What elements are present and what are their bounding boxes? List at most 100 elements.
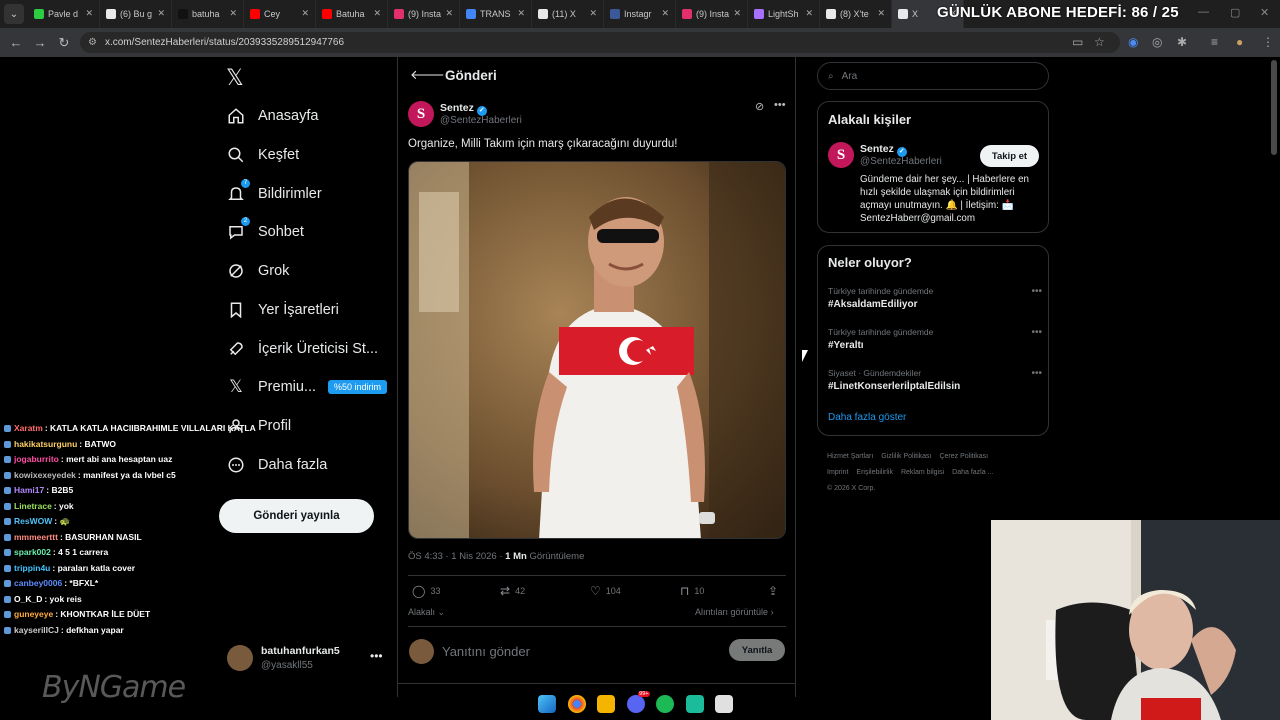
footer-link[interactable]: Çerez Politikası	[939, 453, 988, 460]
close-tab-icon[interactable]: ✕	[805, 8, 813, 19]
browser-tab[interactable]: Instagr ✕	[604, 0, 676, 28]
chrome-icon[interactable]	[567, 695, 586, 713]
person-avatar[interactable]: S	[828, 142, 854, 168]
grok-icon[interactable]: ⊘	[755, 100, 764, 113]
footer-link[interactable]: Imprint	[827, 469, 848, 476]
post-image[interactable]	[408, 161, 786, 539]
author-handle[interactable]: @SentezHaberleri	[440, 115, 522, 126]
reply-button[interactable]: ◯ 33	[412, 584, 440, 598]
media-icon[interactable]: ≡	[1211, 35, 1218, 49]
bookmark-button[interactable]: ⊓ 10	[680, 584, 704, 598]
reply-input[interactable]: Yanıtını gönder	[442, 644, 530, 659]
close-tab-icon[interactable]: ✕	[373, 8, 381, 19]
browser-tab[interactable]: (9) Insta ✕	[388, 0, 460, 28]
account-switcher[interactable]: batuhanfurkan5 @yasakll55 •••	[227, 643, 387, 673]
nav-item[interactable]: Keşfet	[226, 140, 299, 170]
puzzle-icon[interactable]: ✱	[1177, 35, 1187, 49]
more-icon[interactable]: •••	[370, 649, 383, 663]
nav-item[interactable]: 7 Bildirimler	[226, 179, 322, 209]
author-avatar[interactable]: S	[408, 101, 434, 127]
like-button[interactable]: ♡ 104	[590, 584, 621, 598]
start-icon[interactable]	[538, 695, 556, 713]
minimize-icon[interactable]: —	[1198, 6, 1209, 18]
star-icon[interactable]: ☆	[1094, 35, 1105, 49]
footer-link[interactable]: Gizlilik Politikası	[881, 453, 931, 460]
post-button[interactable]: Gönderi yayınla	[219, 499, 374, 533]
close-tab-icon[interactable]: ✕	[877, 8, 885, 19]
url-field[interactable]: ⚙ x.com/SentezHaberleri/status/203933528…	[80, 32, 1120, 53]
footer-link[interactable]: Reklam bilgisi	[901, 469, 944, 476]
close-tab-icon[interactable]: ✕	[661, 8, 669, 19]
folder-icon[interactable]	[597, 695, 615, 713]
extension-icon[interactable]: ◎	[1152, 35, 1162, 49]
x-logo[interactable]: 𝕏	[226, 66, 244, 91]
store-icon[interactable]	[715, 695, 733, 713]
trend-item[interactable]: Siyaset · Gündemdekiler #LinetKonserleriİ…	[828, 368, 1042, 398]
reply-submit-button[interactable]: Yanıtla	[729, 639, 785, 661]
nav-item[interactable]: Profil	[226, 411, 291, 441]
site-info-icon[interactable]: ⚙	[88, 37, 97, 48]
more-icon[interactable]: •••	[1031, 286, 1042, 297]
forward-icon[interactable]: →	[28, 35, 52, 50]
nav-item[interactable]: İçerik Üreticisi St...	[226, 334, 378, 364]
show-more-link[interactable]: Daha fazla göster	[828, 412, 906, 423]
maximize-icon[interactable]: ▢	[1230, 6, 1240, 19]
footer-link[interactable]: Daha fazla ...	[952, 469, 993, 476]
browser-tab[interactable]: (6) Bu g ✕	[100, 0, 172, 28]
person-name[interactable]: Sentez ✓	[860, 143, 907, 157]
footer-link[interactable]: Hizmet Şartları	[827, 453, 873, 460]
footer-link[interactable]: Erişilebilirlik	[856, 469, 893, 476]
more-icon[interactable]: •••	[1031, 327, 1042, 338]
related-dropdown[interactable]: Alakalı ⌄	[408, 607, 445, 618]
scrollbar[interactable]	[1271, 60, 1277, 155]
nav-item[interactable]: 𝕏 Premiu... %50 indirim	[226, 372, 388, 402]
browser-tab[interactable]: Pavle d ✕	[28, 0, 100, 28]
nav-item[interactable]: Grok	[226, 256, 289, 286]
close-tab-icon[interactable]: ✕	[157, 8, 165, 19]
browser-tab[interactable]: batuha ✕	[172, 0, 244, 28]
close-tab-icon[interactable]: ✕	[589, 8, 597, 19]
discord-icon[interactable]: 99+	[626, 691, 650, 713]
close-tab-icon[interactable]: ✕	[445, 8, 453, 19]
person-handle[interactable]: @SentezHaberleri	[860, 156, 942, 167]
browser-tab[interactable]: TRANS ✕	[460, 0, 532, 28]
nav-item[interactable]: Anasayfa	[226, 101, 318, 131]
browser-tab[interactable]: (8) X'te ✕	[820, 0, 892, 28]
kebab-menu-icon[interactable]: ⋮	[1262, 35, 1274, 49]
follow-button[interactable]: Takip et	[980, 145, 1039, 167]
nav-item[interactable]: 2 Sohbet	[226, 217, 304, 247]
app-icon[interactable]	[685, 695, 704, 713]
trend-item[interactable]: Türkiye tarihinde gündemde #Yeraltı •••	[828, 327, 1042, 357]
close-tab-icon[interactable]: ✕	[229, 8, 237, 19]
share-button[interactable]: ⇪	[768, 584, 783, 598]
cast-icon[interactable]: ▭	[1072, 35, 1083, 49]
nav-item[interactable]: Yer İşaretleri	[226, 295, 339, 325]
spotify-icon[interactable]	[656, 695, 674, 713]
nav-item[interactable]: Daha fazla	[226, 450, 327, 480]
extension-icon[interactable]: ◉	[1128, 35, 1138, 49]
profile-avatar[interactable]: ●	[1236, 35, 1243, 49]
more-icon[interactable]: •••	[774, 99, 786, 111]
promo-badge[interactable]: %50 indirim	[328, 380, 388, 394]
close-window-icon[interactable]: ✕	[1260, 6, 1269, 19]
close-tab-icon[interactable]: ✕	[733, 8, 741, 19]
search-input[interactable]: ⌕ Ara	[817, 62, 1049, 90]
back-arrow-icon[interactable]: 🡐	[410, 67, 445, 83]
repost-button[interactable]: ⇄ 42	[500, 584, 525, 598]
browser-tab[interactable]: LightSh ✕	[748, 0, 820, 28]
browser-tab[interactable]: (11) X ✕	[532, 0, 604, 28]
sentez-logo: S	[828, 142, 854, 168]
browser-tab[interactable]: Cey ✕	[244, 0, 316, 28]
reload-icon[interactable]: ↻	[52, 35, 76, 51]
browser-tab[interactable]: Batuha ✕	[316, 0, 388, 28]
close-tab-icon[interactable]: ✕	[85, 8, 93, 19]
close-tab-icon[interactable]: ✕	[517, 8, 525, 19]
browser-tab[interactable]: (9) Insta ✕	[676, 0, 748, 28]
back-icon[interactable]: ←	[4, 35, 28, 50]
more-icon[interactable]: •••	[1031, 368, 1042, 379]
author-name[interactable]: Sentez ✓	[440, 102, 487, 116]
trend-item[interactable]: Türkiye tarihinde gündemde #AksaİdamEdili…	[828, 286, 1042, 316]
close-tab-icon[interactable]: ✕	[301, 8, 309, 19]
view-quotes-link[interactable]: Alıntıları görüntüle ›	[695, 607, 774, 617]
tab-search-button[interactable]: ⌄	[4, 4, 24, 24]
